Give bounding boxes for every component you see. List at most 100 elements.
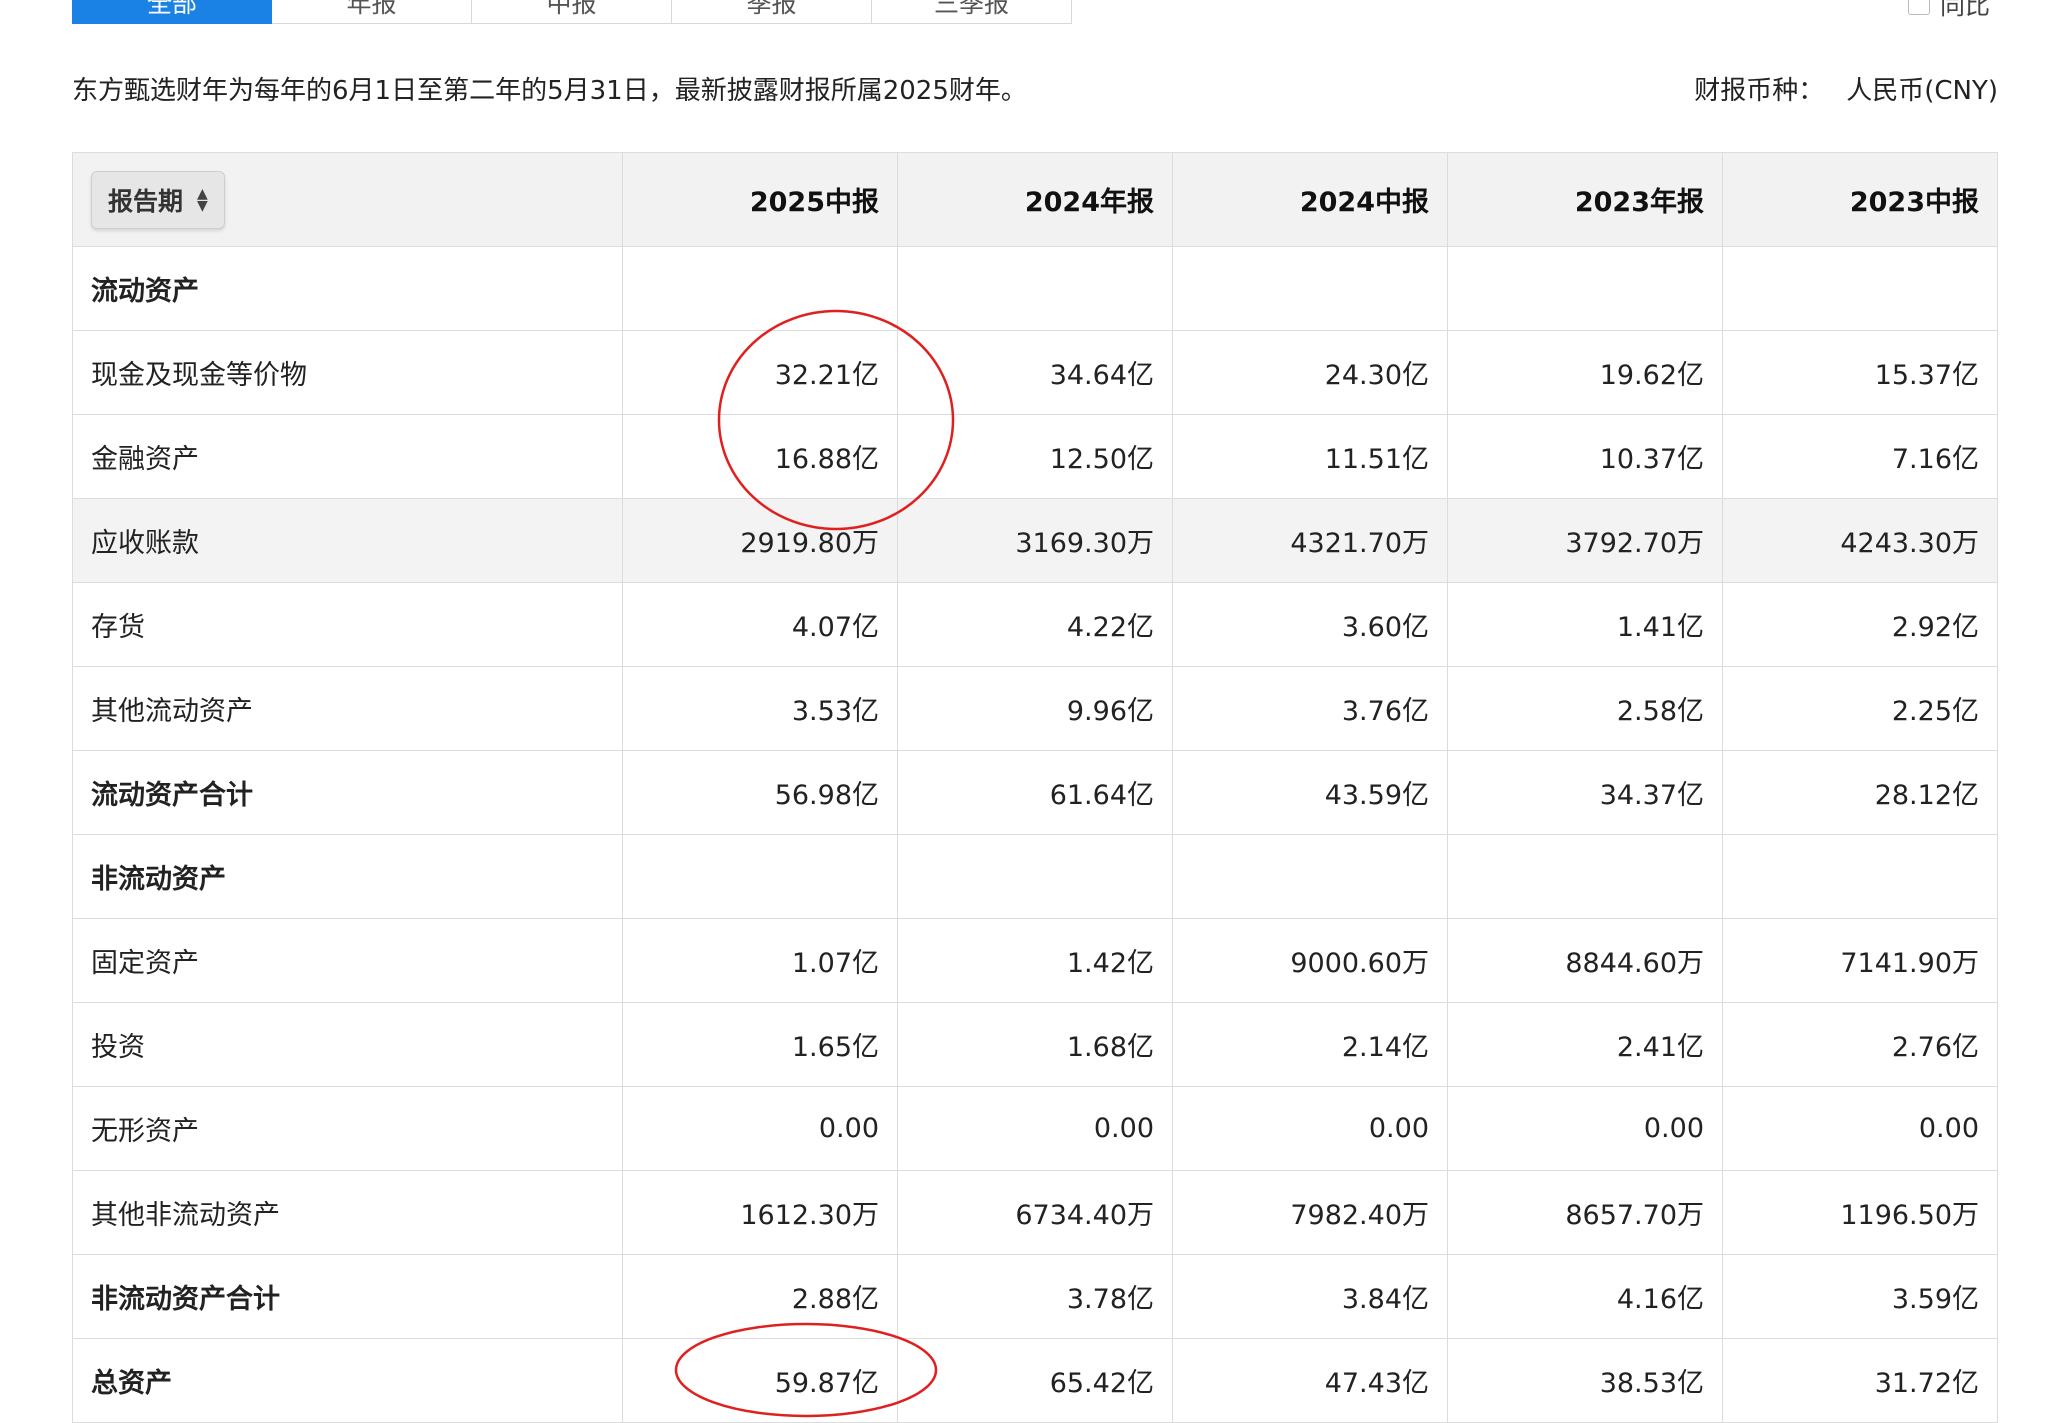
value-cell bbox=[1172, 246, 1448, 331]
value-cell: 32.21亿 bbox=[622, 330, 898, 415]
value-cell bbox=[1172, 834, 1448, 919]
table-row: 非流动资产 bbox=[72, 834, 1998, 919]
currency-value: 人民币(CNY) bbox=[1846, 76, 1998, 106]
table-row: 非流动资产合计 2.88亿 3.78亿 3.84亿 4.16亿 3.59亿 bbox=[72, 1254, 1998, 1339]
table-row: 固定资产 1.07亿 1.42亿 9000.60万 8844.60万 7141.90万 bbox=[72, 918, 1998, 1003]
table-row: 流动资产 bbox=[72, 246, 1998, 331]
value-cell: 1.68亿 bbox=[897, 1002, 1173, 1087]
table-row: 其他流动资产 3.53亿 9.96亿 3.76亿 2.58亿 2.25亿 bbox=[72, 666, 1998, 751]
value-cell bbox=[1722, 834, 1998, 919]
table-row: 存货 4.07亿 4.22亿 3.60亿 1.41亿 2.92亿 bbox=[72, 582, 1998, 667]
table-row: 流动资产合计 56.98亿 61.64亿 43.59亿 34.37亿 28.12亿 bbox=[72, 750, 1998, 835]
table-header-row: 报告期 ▲ ▼ 2025中报 2024年报 2024中报 2023年报 2023中报 bbox=[72, 152, 1998, 247]
row-label: 其他流动资产 bbox=[72, 666, 623, 751]
value-cell: 0.00 bbox=[1722, 1086, 1998, 1171]
value-cell: 2.25亿 bbox=[1722, 666, 1998, 751]
value-cell: 34.37亿 bbox=[1447, 750, 1723, 835]
value-cell: 28.12亿 bbox=[1722, 750, 1998, 835]
value-cell: 0.00 bbox=[1172, 1086, 1448, 1171]
value-cell: 9000.60万 bbox=[1172, 918, 1448, 1003]
currency-label: 财报币种： bbox=[1694, 76, 1825, 106]
value-cell: 10.37亿 bbox=[1447, 414, 1723, 499]
fiscal-year-note: 东方甄选财年为每年的6月1日至第二年的5月31日，最新披露财报所属2025财年。 bbox=[72, 76, 1027, 106]
value-cell: 11.51亿 bbox=[1172, 414, 1448, 499]
value-cell: 0.00 bbox=[1447, 1086, 1723, 1171]
report-period-sort-button[interactable]: 报告期 ▲ ▼ bbox=[91, 170, 225, 229]
value-cell: 1.07亿 bbox=[622, 918, 898, 1003]
value-cell: 6734.40万 bbox=[897, 1170, 1173, 1255]
yoy-checkbox[interactable] bbox=[1907, 0, 1930, 15]
balance-sheet-table: 报告期 ▲ ▼ 2025中报 2024年报 2024中报 2023年报 2023中报 流动… bbox=[72, 152, 1998, 1423]
value-cell: 3.78亿 bbox=[897, 1254, 1173, 1339]
sort-icon: ▲ ▼ bbox=[197, 185, 208, 214]
value-cell: 8844.60万 bbox=[1447, 918, 1723, 1003]
value-cell bbox=[1447, 834, 1723, 919]
tab-0[interactable]: 全部 bbox=[72, 0, 272, 24]
table-row: 金融资产 16.88亿 12.50亿 11.51亿 10.37亿 7.16亿 bbox=[72, 414, 1998, 499]
value-cell: 1612.30万 bbox=[622, 1170, 898, 1255]
value-cell: 3.84亿 bbox=[1172, 1254, 1448, 1339]
value-cell: 47.43亿 bbox=[1172, 1338, 1448, 1423]
value-cell: 7.16亿 bbox=[1722, 414, 1998, 499]
value-cell: 3169.30万 bbox=[897, 498, 1173, 583]
value-cell: 2.41亿 bbox=[1447, 1002, 1723, 1087]
value-cell: 2.88亿 bbox=[622, 1254, 898, 1339]
value-cell: 7982.40万 bbox=[1172, 1170, 1448, 1255]
tab-2[interactable]: 中报 bbox=[472, 0, 672, 24]
row-label: 投资 bbox=[72, 1002, 623, 1087]
value-cell: 3792.70万 bbox=[1447, 498, 1723, 583]
value-cell: 34.64亿 bbox=[897, 330, 1173, 415]
value-cell: 65.42亿 bbox=[897, 1338, 1173, 1423]
value-cell: 8657.70万 bbox=[1447, 1170, 1723, 1255]
value-cell: 15.37亿 bbox=[1722, 330, 1998, 415]
value-cell: 2919.80万 bbox=[622, 498, 898, 583]
value-cell: 4321.70万 bbox=[1172, 498, 1448, 583]
column-header: 2024年报 bbox=[897, 152, 1173, 247]
row-label: 流动资产 bbox=[72, 246, 623, 331]
value-cell bbox=[897, 834, 1173, 919]
value-cell: 3.76亿 bbox=[1172, 666, 1448, 751]
value-cell: 4.07亿 bbox=[622, 582, 898, 667]
currency-info: 财报币种： 人民币(CNY) bbox=[1694, 70, 1998, 107]
tab-3[interactable]: 季报 bbox=[672, 0, 872, 24]
row-label: 非流动资产合计 bbox=[72, 1254, 623, 1339]
value-cell: 0.00 bbox=[897, 1086, 1173, 1171]
value-cell: 4243.30万 bbox=[1722, 498, 1998, 583]
value-cell: 56.98亿 bbox=[622, 750, 898, 835]
row-label: 非流动资产 bbox=[72, 834, 623, 919]
value-cell: 24.30亿 bbox=[1172, 330, 1448, 415]
value-cell: 1.42亿 bbox=[897, 918, 1173, 1003]
table-row: 投资 1.65亿 1.68亿 2.14亿 2.41亿 2.76亿 bbox=[72, 1002, 1998, 1087]
value-cell: 3.59亿 bbox=[1722, 1254, 1998, 1339]
yoy-compare-toggle[interactable]: 同比 bbox=[1907, 0, 1990, 22]
value-cell: 4.16亿 bbox=[1447, 1254, 1723, 1339]
row-label: 金融资产 bbox=[72, 414, 623, 499]
value-cell bbox=[622, 834, 898, 919]
value-cell: 2.58亿 bbox=[1447, 666, 1723, 751]
table-row: 总资产 59.87亿 65.42亿 47.43亿 38.53亿 31.72亿 bbox=[72, 1338, 1998, 1423]
value-cell: 1.65亿 bbox=[622, 1002, 898, 1087]
value-cell: 0.00 bbox=[622, 1086, 898, 1171]
column-header: 2023中报 bbox=[1722, 152, 1998, 247]
table-row: 应收账款 2919.80万 3169.30万 4321.70万 3792.70万 4243… bbox=[72, 498, 1998, 583]
tab-1[interactable]: 年报 bbox=[272, 0, 472, 24]
row-label: 存货 bbox=[72, 582, 623, 667]
table-row: 其他非流动资产 1612.30万 6734.40万 7982.40万 8657.70万 1… bbox=[72, 1170, 1998, 1255]
value-cell bbox=[897, 246, 1173, 331]
column-header: 2024中报 bbox=[1172, 152, 1448, 247]
value-cell: 1196.50万 bbox=[1722, 1170, 1998, 1255]
row-label: 其他非流动资产 bbox=[72, 1170, 623, 1255]
value-cell: 2.92亿 bbox=[1722, 582, 1998, 667]
value-cell: 3.53亿 bbox=[622, 666, 898, 751]
row-label: 固定资产 bbox=[72, 918, 623, 1003]
row-label: 应收账款 bbox=[72, 498, 623, 583]
value-cell: 9.96亿 bbox=[897, 666, 1173, 751]
value-cell: 43.59亿 bbox=[1172, 750, 1448, 835]
tab-4[interactable]: 三季报 bbox=[872, 0, 1072, 24]
value-cell: 2.14亿 bbox=[1172, 1002, 1448, 1087]
value-cell bbox=[1447, 246, 1723, 331]
period-header-cell: 报告期 ▲ ▼ bbox=[72, 152, 623, 247]
row-label: 流动资产合计 bbox=[72, 750, 623, 835]
value-cell: 1.41亿 bbox=[1447, 582, 1723, 667]
yoy-label: 同比 bbox=[1939, 0, 1990, 20]
